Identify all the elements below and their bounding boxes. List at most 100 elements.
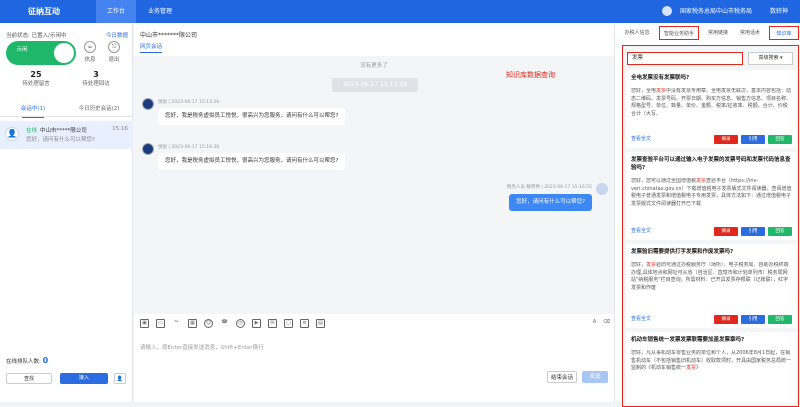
message-meta: 悦悦 | 2023-06-17 15:16:36 xyxy=(158,145,220,150)
pending-visits[interactable]: 3 待处理回访 xyxy=(66,70,126,87)
answer-text: 您好，凡从事机动车零售业务的单位和个人，从2006年8月1日起，在销售机动车（不… xyxy=(631,350,792,371)
queue-value: 0 xyxy=(42,356,49,365)
image-icon[interactable]: ▣ xyxy=(140,319,149,328)
org-avatar-icon xyxy=(662,6,672,16)
tab-common-phrases[interactable]: 常用话术 xyxy=(735,26,765,40)
excerpt-button[interactable]: 摘录 xyxy=(714,135,738,144)
advanced-search-label: 高级搜索 xyxy=(758,55,779,61)
user-menu[interactable]: 数转神 xyxy=(770,0,788,23)
toggle-label: 示闲 xyxy=(16,47,28,53)
left-panel: 当前状态: 已置入/示闲中 今日数据 示闲 ☕ 休息 ⎋ 退出 25 待处理留言 3 待… xyxy=(0,23,133,402)
folder-icon[interactable]: ▭ xyxy=(156,319,165,328)
idle-toggle[interactable]: 示闲 xyxy=(6,41,76,65)
card-question: 发票查验平台可以通过输入电子发票的发票号码和发票代码信息查验吗? xyxy=(631,157,791,171)
history-icon[interactable]: ◷ xyxy=(236,319,245,328)
knowledge-card[interactable]: 发票验旧需要提供打字发票和作废发票吗? 您好，发票验旧可通过办税服务厅（场所）、… xyxy=(626,244,797,328)
card-question: 全电发票没有发票联吗? xyxy=(631,75,690,81)
font-icon[interactable]: A xyxy=(590,319,599,328)
quote-button[interactable]: 引用 xyxy=(741,315,765,324)
tab-workbench[interactable]: 工作台 xyxy=(96,0,136,23)
chevron-down-icon: ▾ xyxy=(780,55,783,61)
tab-taxpayer-info[interactable]: 办税人信息 xyxy=(617,26,657,40)
tab-active-sessions[interactable]: 会话中(1) xyxy=(0,104,66,118)
knowledge-card[interactable]: 机动车销售统一发票发票联需要加盖发票章吗? 您好，凡从事机动车零售业务的单位和个… xyxy=(626,332,797,404)
view-full-link[interactable]: 查看全文 xyxy=(631,228,651,234)
card-footer: 查看全文 摘录 引用 回答 xyxy=(631,227,792,236)
transfer-icon[interactable]: 👤 xyxy=(114,373,126,384)
view-full-link[interactable]: 查看全文 xyxy=(631,316,651,322)
rest-label: 休息 xyxy=(84,57,96,63)
message-bubble: 您好，我是税务虚拟员工悦悦，很高兴为您服务，请问有什么可以帮您? xyxy=(158,108,346,125)
knowledge-panel: 发票 高级搜索 ▾ 全电发票没有发票联吗? 您好，全电发票中没有发票专用章。全电… xyxy=(622,45,799,407)
tab-history-sessions[interactable]: 今日历史会话(2) xyxy=(66,104,132,112)
answer-highlight: 发票 xyxy=(696,178,707,184)
quote-button[interactable]: 引用 xyxy=(741,227,765,236)
card-answer: 您好，凡从事机动车零售业务的单位和个人，从2006年8月1日起，在销售机动车（不… xyxy=(631,350,792,392)
tab-web-session[interactable]: 网页会话 xyxy=(140,42,163,53)
knowledge-card[interactable]: 发票查验平台可以通过输入电子发票的发票号码和发票代码信息查验吗? 您好，您可以通… xyxy=(626,152,797,240)
emoji-icon[interactable]: ☺ xyxy=(204,319,213,328)
agent-status: 当前状态: 已置入/示闲中 xyxy=(6,33,67,39)
session-name: 中山市*****限公司 xyxy=(40,128,87,134)
phone-icon[interactable]: ☎ xyxy=(220,319,229,328)
user-avatar-icon: 👤 xyxy=(5,127,19,141)
card-answer: 您好，发票验旧可通过办税服务厅（场所）、电子税务局、自助办税终端办理,具体地点和… xyxy=(631,262,792,300)
tab-knowledge-base[interactable]: 知识库 xyxy=(769,26,799,40)
message-bubble: 您好，我是税务虚拟员工悦悦，很高兴为您服务，请问有什么可以帮您? xyxy=(158,153,346,170)
app-logo: 征纳互动 xyxy=(28,7,60,16)
chat-title: 中山市*******限公司 xyxy=(140,32,198,39)
card-question: 机动车销售统一发票发票联需要加盖发票章吗? xyxy=(631,337,745,343)
no-more-label: 没有更多了 xyxy=(360,63,388,69)
tab-common-links[interactable]: 常用链接 xyxy=(703,26,733,40)
answer-button[interactable]: 回答 xyxy=(768,135,792,144)
answer-highlight: 发票 xyxy=(686,365,697,371)
send-button[interactable]: 发送 xyxy=(582,371,608,383)
excerpt-button[interactable]: 摘录 xyxy=(714,227,738,236)
reply-meta: 税务人员 数转神 | 2023-06-17 15:16:55 xyxy=(506,185,592,190)
top-navbar: 征纳互动 工作台 业务管理 国家税务总局中山市税务局 数转神 xyxy=(0,0,800,23)
pending-messages-label: 待处理留言 xyxy=(22,81,50,87)
answer-text: 您好，全电 xyxy=(631,88,657,94)
pending-visits-count: 3 xyxy=(93,70,99,79)
advanced-search-button[interactable]: 高级搜索 ▾ xyxy=(748,52,793,65)
today-data-link[interactable]: 今日数据 xyxy=(106,31,128,39)
scissors-icon[interactable]: ✂ xyxy=(172,319,181,328)
card-footer: 查看全文 摘录 引用 回答 xyxy=(631,315,792,324)
toggle-knob xyxy=(54,43,74,63)
knowledge-card[interactable]: 全电发票没有发票联吗? 您好，全电发票中没有发票专用章。全电发票无联次，基本内容… xyxy=(626,70,797,148)
comment-icon[interactable]: ✉ xyxy=(268,319,277,328)
tab-business[interactable]: 业务管理 xyxy=(140,0,180,23)
online-badge: 在线 xyxy=(26,128,38,134)
time-divider: 2023-06-17 15:13:29 xyxy=(332,78,418,92)
answer-highlight: 发票 xyxy=(656,88,667,94)
document-icon[interactable]: ≡ xyxy=(300,319,309,328)
rest-button[interactable]: ☕ 休息 xyxy=(82,41,98,63)
pending-messages[interactable]: 25 待处理留言 xyxy=(6,70,66,87)
card-answer: 您好，全电发票中没有发票专用章。全电发票无联次，基本内容包括：动态二维码、发票号… xyxy=(631,88,792,126)
message-input[interactable]: 请输入，按Enter直接发送消息，Shift+Enter换行 xyxy=(140,343,264,351)
end-session-button[interactable]: 结束会话 xyxy=(547,371,577,383)
join-button[interactable]: 接入 xyxy=(60,373,108,384)
eraser-icon[interactable]: ⌫ xyxy=(602,319,611,328)
table-icon[interactable]: ▦ xyxy=(188,319,197,328)
session-item[interactable]: 👤 在线 中山市*****限公司 15:16 您好，请问有什么可以帮您? xyxy=(0,121,133,149)
file-icon[interactable]: ▤ xyxy=(316,319,325,328)
excerpt-button[interactable]: 摘录 xyxy=(714,315,738,324)
answer-text: 》 xyxy=(696,365,702,371)
agent-avatar-icon xyxy=(596,183,608,195)
session-last-message: 您好，请问有什么可以帮您? xyxy=(26,137,95,143)
search-input[interactable]: 发票 xyxy=(627,52,743,65)
exit-button[interactable]: ⎋ 退出 xyxy=(106,41,122,63)
bot-avatar-icon xyxy=(142,98,154,110)
screen-share-icon[interactable]: ▢ xyxy=(284,319,293,328)
video-icon[interactable]: ▶ xyxy=(252,319,261,328)
message-list[interactable]: 没有更多了 2023-06-17 15:13:29 悦悦 | 2023-06-1… xyxy=(134,56,614,314)
quote-button[interactable]: 引用 xyxy=(741,135,765,144)
answer-button[interactable]: 回答 xyxy=(768,315,792,324)
view-full-link[interactable]: 查看全文 xyxy=(631,136,651,142)
session-time: 15:16 xyxy=(112,126,128,132)
answer-button[interactable]: 回答 xyxy=(768,227,792,236)
tab-smart-assistant[interactable]: 智能业务助手 xyxy=(659,26,699,40)
reply-bubble: 您好，请问有什么可以帮您? xyxy=(509,194,592,211)
find-button[interactable]: 查找 xyxy=(6,373,52,384)
